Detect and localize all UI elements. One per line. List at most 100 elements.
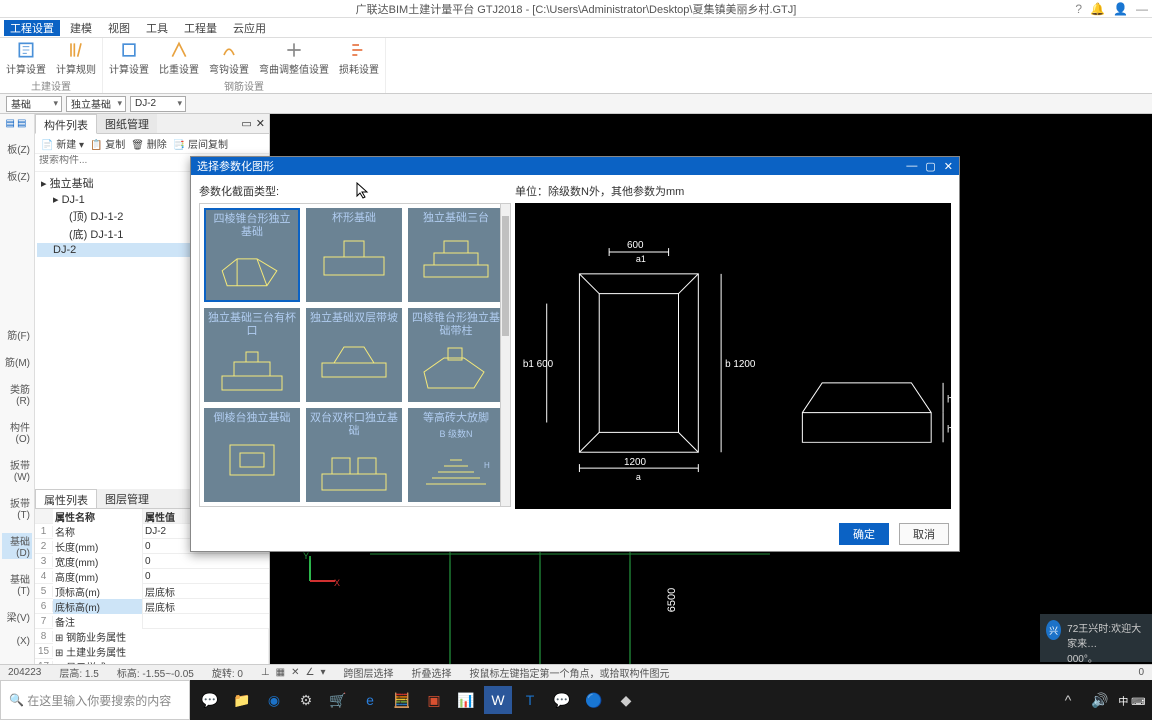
ok-button[interactable]: 确定	[839, 523, 889, 545]
menu-bar: 工程设置 建模 视图 工具 工程量 云应用	[0, 18, 1152, 38]
left-nav: ▤▤ 板(Z) 板(Z) 筋(F) 筋(M) 类筋(R) 构件(O) 扳带(W)…	[0, 114, 35, 674]
svg-text:a: a	[636, 472, 641, 482]
shape-thumb-8[interactable]: 双台双杯口独立基础	[306, 408, 402, 502]
svg-text:b1 600: b1 600	[523, 359, 554, 370]
menu-gcsz[interactable]: 工程设置	[4, 20, 60, 36]
tab-drawings[interactable]: 图纸管理	[97, 114, 157, 133]
shape-thumb-7[interactable]: 倒棱台独立基础	[204, 408, 300, 502]
shape-thumb-4[interactable]: 独立基础三台有杯口	[204, 308, 300, 402]
panel-close-icon[interactable]: ✕	[256, 117, 265, 130]
btn-calc-rule[interactable]: 计算规则	[56, 40, 96, 76]
menu-st[interactable]: 视图	[102, 20, 136, 36]
taskbar-icon[interactable]: W	[484, 686, 512, 714]
status-coord: 204223	[8, 667, 41, 678]
right-label: 单位：除级数N外，其他参数为mm	[515, 183, 951, 199]
menu-gj[interactable]: 工具	[140, 20, 174, 36]
taskbar-icon[interactable]: 🧮	[388, 686, 416, 714]
btn-gjs[interactable]: 计算设置	[109, 40, 149, 76]
dialog-max-icon[interactable]: ▢	[925, 160, 935, 173]
btn-delete[interactable]: 🗑 删除	[131, 136, 166, 151]
btn-wqtz[interactable]: 弯曲调整值设置	[259, 40, 329, 76]
dialog-titlebar[interactable]: 选择参数化图形 — ▢ ✕	[191, 157, 959, 175]
btn-calc-set[interactable]: 计算设置	[6, 40, 46, 76]
leftnav-item[interactable]: 基础(T)	[2, 571, 32, 597]
svg-text:600: 600	[627, 240, 644, 251]
bell-icon[interactable]: 🔔	[1090, 2, 1105, 16]
axis-gizmo: YX	[300, 551, 340, 594]
taskbar-icon[interactable]: ⚙	[292, 686, 320, 714]
ribbon-group1-label: 土建设置	[31, 78, 71, 93]
status-floor: 层高: 1.5	[59, 665, 98, 680]
tab-layermgr[interactable]: 图层管理	[97, 489, 157, 508]
taskbar-icon[interactable]: ▣	[420, 686, 448, 714]
leftnav-icons[interactable]: ▤▤	[2, 118, 32, 129]
combo-type[interactable]: 独立基础	[66, 96, 126, 112]
shape-thumb-6[interactable]: 四棱锥台形独立基础带柱	[408, 308, 504, 402]
leftnav-item-sel[interactable]: 基础(D)	[2, 533, 32, 559]
svg-text:X: X	[334, 578, 340, 588]
taskbar-icon[interactable]: 🔵	[580, 686, 608, 714]
canvas-dim: 6500	[666, 588, 678, 612]
shape-thumb-5[interactable]: 独立基础双层带坡	[306, 308, 402, 402]
taskbar-icon[interactable]: ◆	[612, 686, 640, 714]
shape-thumb-1[interactable]: 四棱锥台形独立基础	[204, 208, 300, 302]
help-icon[interactable]: ?	[1075, 2, 1082, 16]
svg-text:h1 600: h1 600	[947, 395, 951, 406]
btn-wg[interactable]: 弯钩设置	[209, 40, 249, 76]
tray-ime[interactable]: 中 ⌨	[1118, 686, 1146, 714]
minimize-icon[interactable]: —	[1136, 2, 1148, 16]
svg-text:a1: a1	[636, 254, 646, 264]
shape-thumb-3[interactable]: 独立基础三台	[408, 208, 504, 302]
tab-components[interactable]: 构件列表	[35, 114, 97, 134]
menu-gcl[interactable]: 工程量	[178, 20, 223, 36]
component-toolbar: 📄 新建 ▾ 📋 复制 🗑 删除 📑 层间复制	[35, 134, 269, 154]
taskbar: 💬 📁 ◉ ⚙ 🛒 e 🧮 ▣ 📊 W T 💬 🔵 ◆ ^ 🔊 中 ⌨	[190, 680, 1152, 720]
user-icon[interactable]: 👤	[1113, 2, 1128, 16]
tray-icon[interactable]: ^	[1054, 686, 1082, 714]
leftnav-item[interactable]: 类筋(R)	[2, 381, 32, 407]
cancel-button[interactable]: 取消	[899, 523, 949, 545]
leftnav-item[interactable]: (X)	[2, 636, 32, 647]
thumb-scrollbar[interactable]	[500, 204, 510, 506]
menu-jm[interactable]: 建模	[64, 20, 98, 36]
btn-layercopy[interactable]: 📑 层间复制	[173, 136, 228, 151]
status-elev: 标高: -1.55~-0.05	[117, 665, 194, 680]
taskbar-icon[interactable]: 📁	[228, 686, 256, 714]
taskbar-icon[interactable]: 💬	[196, 686, 224, 714]
app-title: 广联达BIM土建计量平台 GTJ2018 - [C:\Users\Adminis…	[356, 1, 797, 17]
panel-min-icon[interactable]: ▭	[241, 117, 251, 130]
tab-props[interactable]: 属性列表	[35, 489, 97, 508]
leftnav-item[interactable]: 梁(V)	[2, 609, 32, 624]
taskbar-icon[interactable]: 📊	[452, 686, 480, 714]
btn-bz[interactable]: 比重设置	[159, 40, 199, 76]
leftnav-item[interactable]: 扳带(W)	[2, 457, 32, 483]
leftnav-item[interactable]: 板(Z)	[2, 141, 32, 156]
taskbar-icon[interactable]: 🛒	[324, 686, 352, 714]
taskbar-icon[interactable]: 💬	[548, 686, 576, 714]
btn-copy[interactable]: 📋 复制	[90, 136, 125, 151]
btn-new[interactable]: 📄 新建 ▾	[41, 136, 84, 151]
svg-text:Y: Y	[303, 551, 309, 561]
leftnav-item[interactable]: 扳带(T)	[2, 495, 32, 521]
status-rot: 旋转: 0	[212, 665, 243, 680]
leftnav-item[interactable]: 筋(M)	[2, 354, 32, 369]
dialog-close-icon[interactable]: ✕	[944, 160, 953, 173]
svg-text:H: H	[484, 461, 490, 470]
leftnav-item[interactable]: 筋(F)	[2, 327, 32, 342]
shape-thumb-2[interactable]: 杯形基础	[306, 208, 402, 302]
taskbar-icon[interactable]: T	[516, 686, 544, 714]
parametric-shape-dialog: 选择参数化图形 — ▢ ✕ 参数化截面类型: 四棱锥台形独立基础 杯形基础 独立…	[190, 156, 960, 552]
os-search[interactable]: 🔍 在这里输入你要搜索的内容	[0, 680, 190, 720]
menu-yyy[interactable]: 云应用	[227, 20, 272, 36]
leftnav-item[interactable]: 板(Z)	[2, 168, 32, 183]
shape-thumb-9[interactable]: 等高砖大放脚B 级数NH	[408, 408, 504, 502]
taskbar-icon[interactable]: ◉	[260, 686, 288, 714]
combo-category[interactable]: 基础	[6, 96, 62, 112]
tray-icon[interactable]: 🔊	[1086, 686, 1114, 714]
taskbar-icon[interactable]: e	[356, 686, 384, 714]
combo-item[interactable]: DJ-2	[130, 96, 186, 112]
leftnav-item[interactable]: 构件(O)	[2, 419, 32, 445]
btn-sh[interactable]: 损耗设置	[339, 40, 379, 76]
notification-toast[interactable]: 兴 72王兴时:欢迎大家来… 000°。	[1040, 614, 1152, 662]
dialog-min-icon[interactable]: —	[906, 160, 917, 172]
